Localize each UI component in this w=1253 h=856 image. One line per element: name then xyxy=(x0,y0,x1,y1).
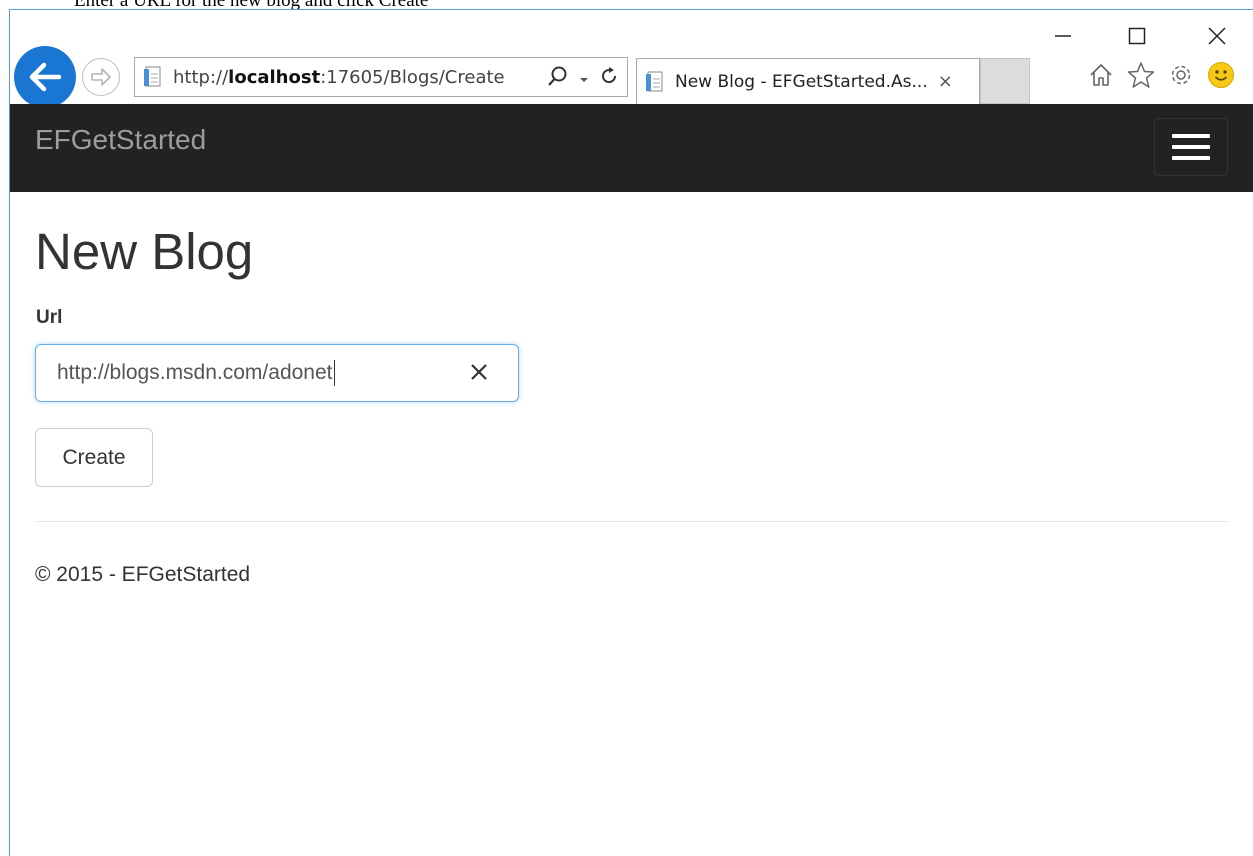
minimize-icon xyxy=(1055,35,1071,37)
footer-divider xyxy=(35,521,1229,522)
back-arrow-icon xyxy=(29,62,62,92)
navbar-toggle-button[interactable] xyxy=(1154,118,1228,176)
create-button[interactable]: Create xyxy=(35,428,153,487)
search-icon xyxy=(548,66,567,86)
tab-close-button[interactable]: × xyxy=(938,71,953,92)
browser-window: http://localhost:17605/Blogs/Create New … xyxy=(9,9,1253,856)
hamburger-icon xyxy=(1172,145,1210,149)
chevron-down-icon xyxy=(580,78,588,82)
new-tab-button[interactable] xyxy=(980,58,1030,104)
refresh-button[interactable] xyxy=(599,66,619,91)
search-dropdown[interactable] xyxy=(579,68,589,89)
url-input[interactable]: http://blogs.msdn.com/adonet xyxy=(35,344,519,402)
favorites-button[interactable] xyxy=(1126,60,1156,90)
close-icon xyxy=(1208,27,1226,45)
home-button[interactable] xyxy=(1086,60,1116,90)
home-icon xyxy=(1090,64,1112,86)
back-button[interactable] xyxy=(14,46,76,108)
tab-title: New Blog - EFGetStarted.As... xyxy=(675,71,928,92)
page-title: New Blog xyxy=(35,223,254,280)
search-button[interactable] xyxy=(547,65,569,92)
clear-x-icon[interactable] xyxy=(468,361,490,383)
refresh-icon xyxy=(602,67,617,84)
site-navbar: EFGetStarted xyxy=(10,104,1253,192)
star-icon xyxy=(1127,62,1155,88)
forward-arrow-icon xyxy=(91,68,111,86)
feedback-button[interactable] xyxy=(1206,60,1236,90)
hamburger-icon xyxy=(1172,156,1210,160)
page-icon xyxy=(144,66,161,87)
url-label: Url xyxy=(36,307,63,328)
hamburger-icon xyxy=(1172,134,1210,138)
window-close-button[interactable] xyxy=(1200,22,1234,50)
tab-new-blog[interactable]: New Blog - EFGetStarted.As... × xyxy=(636,58,980,104)
page-icon xyxy=(646,71,663,91)
forward-button[interactable] xyxy=(82,58,120,96)
maximize-icon xyxy=(1128,27,1146,45)
maximize-button[interactable] xyxy=(1120,22,1154,50)
navbar-brand[interactable]: EFGetStarted xyxy=(35,124,206,156)
url-input-value: http://blogs.msdn.com/adonet xyxy=(57,361,333,384)
address-bar[interactable]: http://localhost:17605/Blogs/Create xyxy=(134,57,628,97)
footer-text: © 2015 - EFGetStarted xyxy=(35,563,251,586)
settings-button[interactable] xyxy=(1166,60,1196,90)
gear-icon xyxy=(1171,65,1191,85)
minimize-button[interactable] xyxy=(1046,22,1080,50)
smiley-icon xyxy=(1208,62,1234,88)
text-caret xyxy=(333,360,335,386)
address-url: http://localhost:17605/Blogs/Create xyxy=(173,66,505,88)
